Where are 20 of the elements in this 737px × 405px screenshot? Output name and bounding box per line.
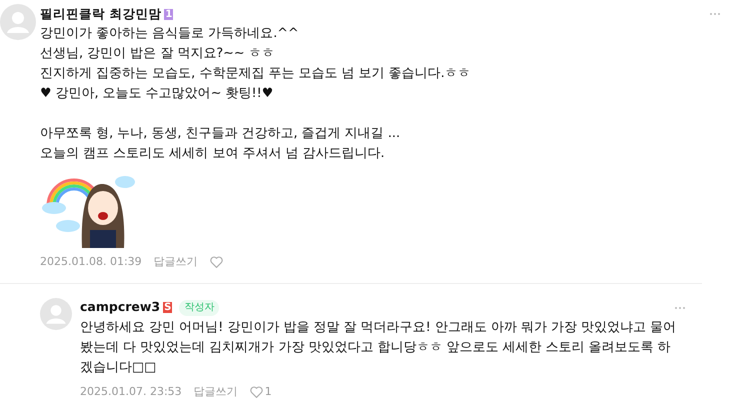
comment-date: 2025.01.07. 23:53 [80, 384, 182, 400]
avatar-icon [40, 298, 72, 330]
comment-date: 2025.01.08. 01:39 [40, 254, 142, 270]
comment-text: 선생님, 강민이 밥은 잘 먹지요?~~ ㅎㅎ [40, 45, 276, 63]
more-icon[interactable] [674, 306, 686, 310]
heart-icon[interactable] [210, 256, 223, 268]
more-icon[interactable] [709, 12, 721, 16]
comment-text: 아무쪼록 형, 누나, 동생, 친구들과 건강하고, 즐겁게 지내길 ... [40, 125, 402, 143]
comment-text: 강민이가 좋아하는 음식들로 가득하네요.^^ [40, 25, 300, 43]
comment-text: 오늘의 캠프 스토리도 세세히 보여 주셔서 넘 감사드립니다. [40, 145, 386, 163]
author-tag: 작성자 [179, 300, 220, 316]
level-badge: S [163, 302, 172, 313]
author-name[interactable]: campcrew3 [80, 298, 160, 317]
author-name[interactable]: 필리핀클락 최강민맘 [40, 4, 162, 24]
comment-text: ♥ 강민아, 오늘도 수고많았어~ 홧팅!!♥ [40, 85, 274, 103]
heart-icon[interactable] [250, 386, 263, 398]
comment-text: 안녕하세요 강민 어머님! 강민이가 밥을 정말 잘 먹더라구요! 안그래도 아까 뭐가 가장 맛있었냐고 물어봤는데 다 맛있었는데 김치찌개가 가장 맛있었다고 합니당ㅎㅎ 앞으로도 세세한 스토리 올려보도록 하겠습니다□□ [80, 318, 678, 376]
comment-text: 진지하게 집중하는 모습도, 수학문제집 푸는 모습도 넘 보기 좋습니다.ㅎㅎ [40, 65, 472, 83]
level-badge: 1 [164, 8, 174, 20]
like-count: 1 [264, 384, 272, 400]
